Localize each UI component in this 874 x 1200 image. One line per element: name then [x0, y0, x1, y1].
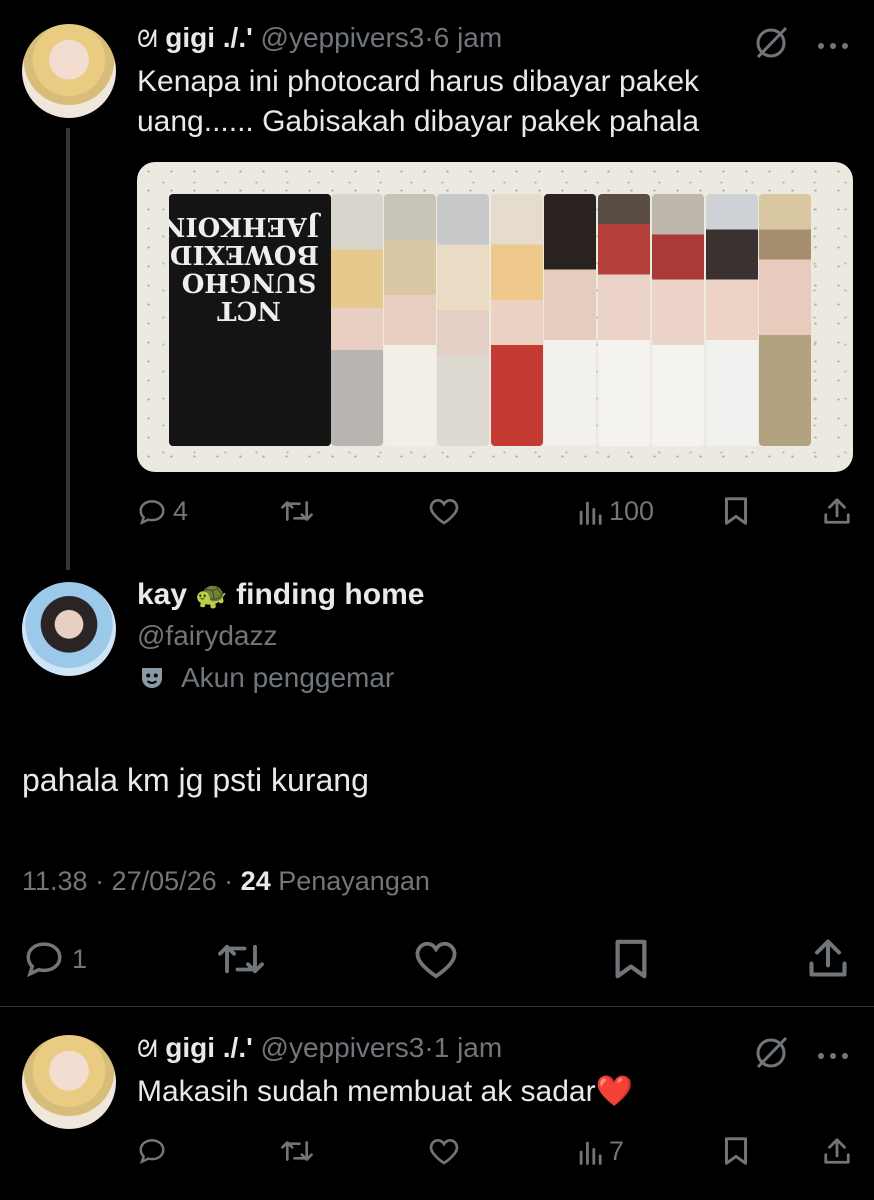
thread-line: [66, 128, 70, 570]
main-handle[interactable]: @fairydazz: [137, 620, 277, 652]
main-reply-button[interactable]: 1: [22, 938, 87, 980]
grok-icon[interactable]: [752, 24, 792, 65]
retweet-icon: [281, 1141, 313, 1161]
tweet1-reply-count: 4: [173, 496, 189, 526]
tweet3-time[interactable]: 1 jam: [434, 1032, 502, 1063]
main-tweet-text: pahala km jg psti kurang: [22, 762, 369, 798]
retweet-icon: [218, 944, 264, 974]
share-icon: [809, 939, 847, 977]
reply-icon: [26, 942, 62, 978]
swirl-icon: ᘛ: [137, 1036, 158, 1063]
main-author-name[interactable]: kay 🐢 finding home: [137, 578, 424, 612]
avatar-gigi[interactable]: [22, 24, 116, 118]
photocard-5: [544, 194, 596, 446]
tweet3-bookmark-button[interactable]: [722, 1136, 750, 1166]
photocard-image[interactable]: NCT SUNGHO BOWEXIDOOR JAEHKOIN: [137, 162, 853, 472]
like-icon: [415, 941, 457, 979]
tweet3-text: Makasih sudah membuat ak sadar❤️: [137, 1075, 633, 1108]
cover-text: NCT SUNGHO BOWEXIDOOR JAEHKOIN: [169, 211, 319, 325]
bookmark-icon: [615, 939, 647, 979]
views-icon: [579, 501, 602, 525]
photocard-7: [652, 194, 704, 446]
fan-badge-label: Akun penggemar: [181, 662, 395, 693]
tweet1-handle[interactable]: @yeppivers3: [261, 22, 425, 53]
main-view-count: 24: [240, 866, 271, 896]
tweet3-header: ᘛ gigi ./.' @yeppivers3·1 jam: [137, 1032, 502, 1064]
tweet1-time[interactable]: 6 jam: [434, 22, 502, 53]
main-share-button[interactable]: [806, 936, 850, 980]
main-timestamp[interactable]: 11.38 · 27/05/26 ·: [22, 866, 233, 896]
bookmark-icon: [724, 497, 748, 525]
tweet3-sep: ·: [424, 1032, 434, 1063]
tweet1-share-button[interactable]: [822, 496, 852, 526]
avatar-gigi-reply[interactable]: [22, 1035, 116, 1129]
photocard-cover: NCT SUNGHO BOWEXIDOOR JAEHKOIN: [169, 194, 331, 446]
main-retweet-button[interactable]: [216, 938, 266, 980]
main-bookmark-button[interactable]: [611, 938, 651, 980]
views-icon: [579, 1141, 602, 1165]
tweet1-like-button[interactable]: [428, 496, 460, 526]
tweet3-reply-button[interactable]: [137, 1136, 167, 1166]
grok-icon[interactable]: [752, 1034, 792, 1075]
tweet1-reply-button[interactable]: 4: [137, 496, 188, 527]
tweet1-text: Kenapa ini photocard harus dibayar pakek…: [137, 65, 700, 138]
main-author-first: kay: [137, 578, 188, 611]
tweet1-views-button[interactable]: 100: [577, 496, 654, 527]
tweet1-views: 100: [609, 496, 655, 526]
reply-icon: [139, 499, 165, 525]
share-icon: [824, 498, 850, 524]
main-reply-count: 1: [72, 943, 88, 974]
reply-icon: [139, 1139, 165, 1164]
like-icon: [429, 1138, 459, 1165]
photocard-3: [437, 194, 489, 446]
main-like-button[interactable]: [413, 938, 459, 980]
tweet1-header: ᘛ gigi ./.' @yeppivers3·6 jam: [137, 22, 502, 54]
tweet1-retweet-button[interactable]: [280, 496, 314, 526]
tweet3-retweet-button[interactable]: [280, 1136, 314, 1166]
main-author-suffix: finding home: [236, 578, 425, 611]
fan-mask-icon: [142, 668, 162, 688]
bookmark-icon: [724, 1137, 748, 1165]
main-views-label: Penayangan: [278, 866, 430, 896]
photocard-8: [706, 194, 758, 446]
swirl-icon: ᘛ: [137, 26, 158, 53]
tweet1-sep: ·: [424, 22, 434, 53]
tweet1-bookmark-button[interactable]: [722, 496, 750, 526]
tweet1-author-name[interactable]: gigi ./.': [165, 22, 253, 53]
tweet3-share-button[interactable]: [822, 1136, 852, 1166]
fan-account-badge[interactable]: Akun penggemar: [137, 662, 394, 694]
photocard-2: [384, 194, 436, 446]
photocard-1: [331, 194, 383, 446]
divider: [0, 1006, 874, 1007]
turtle-icon: 🐢: [195, 580, 228, 610]
tweet3-handle[interactable]: @yeppivers3: [261, 1032, 425, 1063]
retweet-icon: [281, 501, 313, 521]
like-icon: [429, 498, 459, 525]
main-tweet-meta: 11.38 · 27/05/26 · 24 Penayangan: [22, 866, 430, 897]
more-icon[interactable]: [816, 1048, 850, 1066]
more-icon[interactable]: [816, 38, 850, 56]
tweet3-author-name[interactable]: gigi ./.': [165, 1032, 253, 1063]
photocard-6: [598, 194, 650, 446]
tweet3-views: 7: [609, 1136, 625, 1166]
share-icon: [824, 1138, 850, 1164]
tweet3-views-button[interactable]: 7: [577, 1136, 624, 1167]
photocard-9: [759, 194, 811, 446]
photocard-4: [491, 194, 543, 446]
tweet3-like-button[interactable]: [428, 1136, 460, 1166]
avatar-kay[interactable]: [22, 582, 116, 676]
